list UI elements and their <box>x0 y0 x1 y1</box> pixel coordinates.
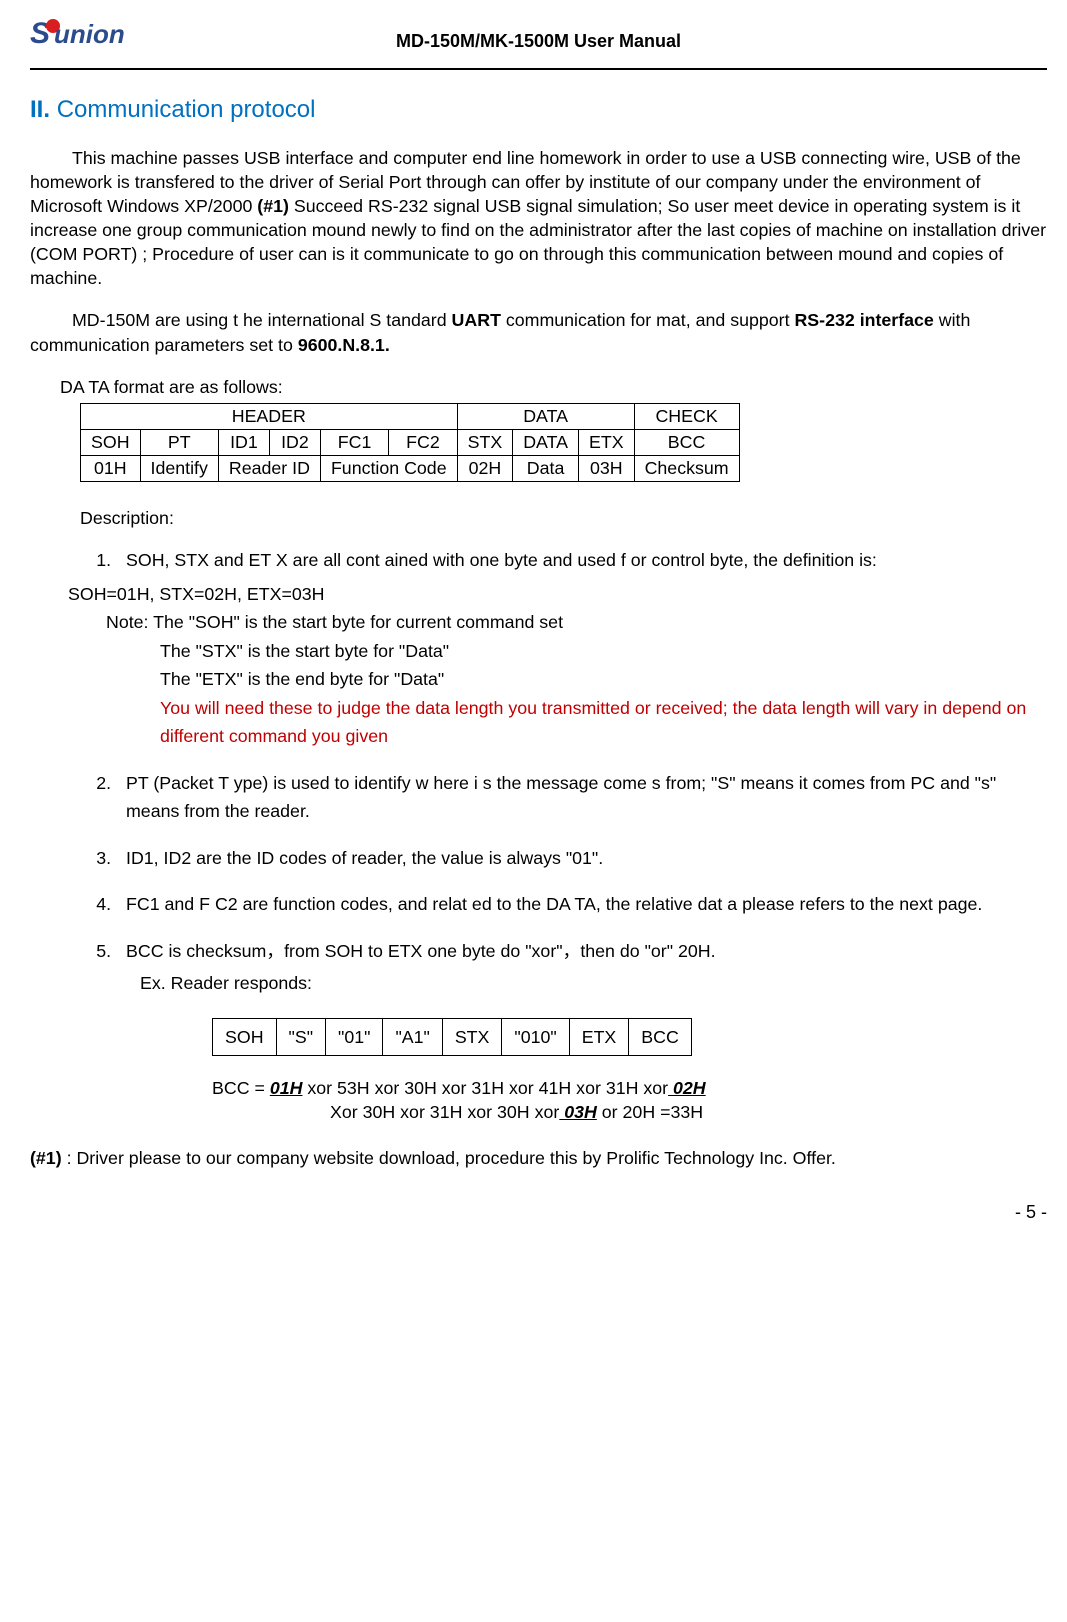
list-item: SOH, STX and ET X are all cont ained wit… <box>116 546 1047 751</box>
intro-paragraph-2: MD-150M are using t he international S t… <box>30 308 1047 356</box>
logo: S union <box>30 14 125 55</box>
p2-a: MD-150M are using t he international S t… <box>72 310 452 330</box>
item1-red-text: You will need these to judge the data le… <box>160 698 1026 746</box>
page-header: S union MD-150M/MK-1500M User Manual <box>30 20 1047 70</box>
cell-etx: ETX <box>578 429 634 455</box>
cell-03h: 03H <box>578 455 634 481</box>
item1-note-stx: The "STX" is the start byte for "Data" <box>160 637 1047 665</box>
p2-params: 9600.N.8.1. <box>298 335 390 355</box>
cell-identify: Identify <box>140 455 218 481</box>
bcc-line2a: Xor 30H xor 31H xor 30H xor <box>330 1102 559 1122</box>
hdr-check: CHECK <box>634 403 739 429</box>
ex-bcc: BCC <box>629 1018 692 1055</box>
cell-01h: 01H <box>81 455 141 481</box>
format-label: DA TA format are as follows: <box>60 375 1047 399</box>
cell-pt: PT <box>140 429 218 455</box>
data-format-table: HEADER DATA CHECK SOH PT ID1 ID2 FC1 FC2… <box>80 403 740 482</box>
ex-010: "010" <box>502 1018 569 1055</box>
p2-b: communication for mat, and support <box>501 310 795 330</box>
p2-uart: UART <box>452 310 501 330</box>
item2-text: PT (Packet T ype) is used to identify w … <box>126 773 996 821</box>
ex-etx: ETX <box>569 1018 629 1055</box>
item3-text: ID1, ID2 are the ID codes of reader, the… <box>126 848 603 868</box>
bcc-line2b: or 20H =33H <box>597 1102 703 1122</box>
page-number: - 5 - <box>30 1200 1047 1224</box>
bcc-prefix: BCC = <box>212 1078 270 1098</box>
bcc-calc-line2: Xor 30H xor 31H xor 30H xor 03H or 20H =… <box>330 1100 1047 1124</box>
table-row: SOH "S" "01" "A1" STX "010" ETX BCC <box>213 1018 692 1055</box>
logo-text-union: union <box>54 17 125 52</box>
bcc-calc-line1: BCC = 01H xor 53H xor 30H xor 31H xor 41… <box>212 1076 1047 1100</box>
item1-defs: SOH=01H, STX=02H, ETX=03H <box>68 580 1047 608</box>
cell-id1: ID1 <box>218 429 269 455</box>
cell-02h: 02H <box>457 455 513 481</box>
cell-data: DATA <box>513 429 579 455</box>
cell-data2: Data <box>513 455 579 481</box>
list-item: FC1 and F C2 are function codes, and rel… <box>116 890 1047 918</box>
ex-01: "01" <box>326 1018 383 1055</box>
item1-main: SOH, STX and ET X are all cont ained wit… <box>126 550 877 570</box>
cell-funccode: Function Code <box>320 455 457 481</box>
list-item: ID1, ID2 are the ID codes of reader, the… <box>116 844 1047 872</box>
ex-soh: SOH <box>213 1018 277 1055</box>
bcc-03h: 03H <box>559 1102 597 1122</box>
list-item: PT (Packet T ype) is used to identify w … <box>116 769 1047 826</box>
table-row: SOH PT ID1 ID2 FC1 FC2 STX DATA ETX BCC <box>81 429 740 455</box>
cell-id2: ID2 <box>269 429 320 455</box>
ex-s: "S" <box>276 1018 325 1055</box>
hdr-header: HEADER <box>81 403 458 429</box>
item5-example-label: Ex. Reader responds: <box>140 969 1047 997</box>
cell-soh: SOH <box>81 429 141 455</box>
footnote-ref: (#1) <box>30 1148 62 1168</box>
cell-fc2: FC2 <box>389 429 457 455</box>
description-list: SOH, STX and ET X are all cont ained wit… <box>80 546 1047 998</box>
table-row: 01H Identify Reader ID Function Code 02H… <box>81 455 740 481</box>
ex-stx: STX <box>442 1018 502 1055</box>
bcc-02h: 02H <box>668 1078 706 1098</box>
item4-text: FC1 and F C2 are function codes, and rel… <box>126 894 982 914</box>
item1-note-soh: Note: The "SOH" is the start byte for cu… <box>106 608 1047 636</box>
list-item: BCC is checksum，from SOH to ETX one byte… <box>116 937 1047 998</box>
cell-readerid: Reader ID <box>218 455 320 481</box>
heading-roman: II. <box>30 96 50 123</box>
table-row: HEADER DATA CHECK <box>81 403 740 429</box>
item1-red-note: You will need these to judge the data le… <box>160 694 1047 751</box>
item5-text: BCC is checksum，from SOH to ETX one byte… <box>126 941 716 961</box>
example-response-table: SOH "S" "01" "A1" STX "010" ETX BCC <box>212 1018 692 1056</box>
hdr-data: DATA <box>457 403 634 429</box>
cell-stx: STX <box>457 429 513 455</box>
cell-checksum: Checksum <box>634 455 739 481</box>
p2-rs232: RS-232 interface <box>794 310 933 330</box>
intro-paragraph-1: This machine passes USB interface and co… <box>30 146 1047 290</box>
ex-a1: "A1" <box>383 1018 442 1055</box>
footnote-text: : Driver please to our company website d… <box>62 1148 836 1168</box>
section-heading: II. Communication protocol <box>30 94 1047 126</box>
item1-note-etx: The "ETX" is the end byte for "Data" <box>160 665 1047 693</box>
cell-fc1: FC1 <box>320 429 388 455</box>
heading-text: Communication protocol <box>57 96 316 123</box>
header-title: MD-150M/MK-1500M User Manual <box>396 23 681 53</box>
logo-letter-s: S <box>30 14 50 55</box>
description-label: Description: <box>80 506 1047 530</box>
item1-details: SOH=01H, STX=02H, ETX=03H Note: The "SOH… <box>106 580 1047 751</box>
cell-bcc: BCC <box>634 429 739 455</box>
bcc-01h: 01H <box>270 1078 303 1098</box>
bcc-mid1: xor 53H xor 30H xor 31H xor 41H xor 31H … <box>302 1078 668 1098</box>
p1-ref: (#1) <box>257 196 289 216</box>
footnote: (#1) : Driver please to our company webs… <box>30 1146 1047 1170</box>
